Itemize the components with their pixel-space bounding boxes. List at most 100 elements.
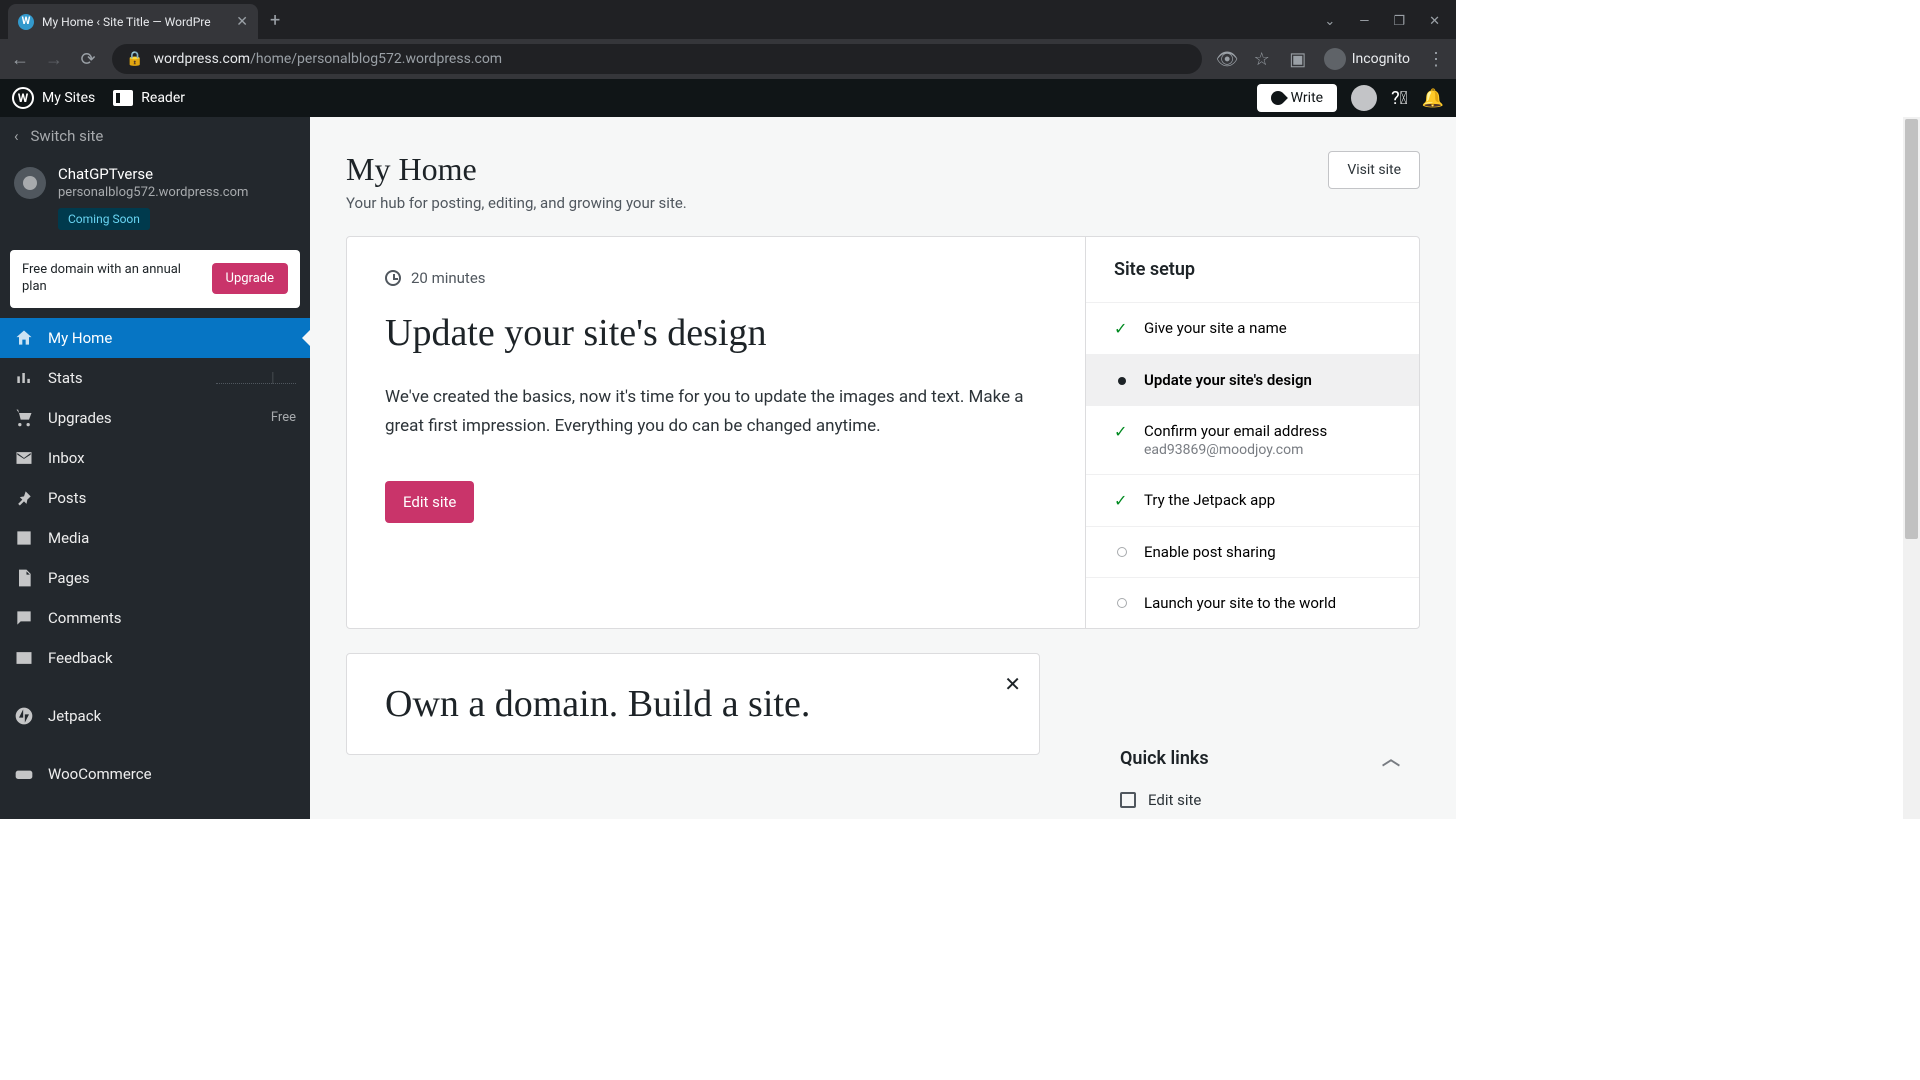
notifications-icon[interactable]: 🔔 [1422, 88, 1444, 109]
setup-step-name[interactable]: ✓ Give your site a name [1086, 302, 1419, 354]
nav-appearance[interactable]: Appearance [0, 812, 310, 819]
page-subtitle: Your hub for posting, editing, and growi… [346, 194, 1328, 212]
upgrade-text: Free domain with an annual plan [22, 262, 202, 296]
scrollbar-thumb[interactable] [1905, 119, 1918, 539]
write-button[interactable]: Write [1257, 84, 1337, 112]
minimize-icon[interactable]: ― [1359, 14, 1369, 29]
nav-feedback[interactable]: Feedback [0, 638, 310, 678]
comment-icon [14, 608, 34, 628]
woo-icon [14, 764, 34, 784]
quick-link-edit-site[interactable]: Edit site [1120, 791, 1400, 809]
setup-title: Site setup [1086, 237, 1419, 302]
media-icon [14, 528, 34, 548]
pin-icon [14, 488, 34, 508]
reader-icon [113, 90, 133, 106]
wordpress-favicon: W [18, 14, 34, 30]
clock-icon [385, 270, 401, 286]
home-icon [14, 328, 34, 348]
site-setup-panel: Site setup ✓ Give your site a name Updat… [1085, 237, 1419, 628]
nav-pages[interactable]: Pages [0, 558, 310, 598]
setup-step-launch[interactable]: Launch your site to the world [1086, 577, 1419, 628]
email-value: ead93869@moodjoy.com [1144, 442, 1327, 458]
nav-woocommerce[interactable]: WooCommerce [0, 754, 310, 794]
page-title: My Home [346, 151, 1328, 188]
lock-icon: 🔒 [126, 51, 143, 67]
site-icon [14, 167, 46, 199]
site-name: ChatGPTverse [58, 165, 296, 183]
task-panel: 20 minutes Update your site's design We'… [347, 237, 1085, 628]
nav-upgrades[interactable]: Upgrades Free [0, 398, 310, 438]
help-icon[interactable]: ?⃝ [1391, 88, 1408, 109]
browser-menu-icon[interactable]: ⋮ [1426, 49, 1446, 70]
nav-media[interactable]: Media [0, 518, 310, 558]
time-estimate: 20 minutes [385, 269, 1047, 287]
upgrade-card: Free domain with an annual plan Upgrade [10, 250, 300, 308]
domain-promo-card: ✕ Own a domain. Build a site. [346, 653, 1040, 755]
incognito-icon [1324, 48, 1346, 70]
chevron-left-icon: ‹ [14, 127, 19, 145]
nav-my-home[interactable]: My Home [0, 318, 310, 358]
site-url: personalblog572.wordpress.com [58, 185, 296, 200]
site-header[interactable]: ChatGPTverse personalblog572.wordpress.c… [0, 155, 310, 240]
reload-button[interactable]: ⟳ [78, 49, 98, 70]
back-button[interactable]: ← [10, 49, 30, 70]
jetpack-icon [14, 706, 34, 726]
tab-close-icon[interactable]: ✕ [236, 14, 248, 30]
close-window-icon[interactable]: ✕ [1429, 14, 1440, 29]
task-title: Update your site's design [385, 311, 1047, 355]
quick-links-panel: Quick links ︿ Edit site [1120, 745, 1400, 809]
check-icon: ✓ [1114, 422, 1130, 441]
setup-step-design[interactable]: Update your site's design [1086, 354, 1419, 405]
edit-site-button[interactable]: Edit site [385, 481, 474, 523]
mail-icon [14, 448, 34, 468]
url-input[interactable]: 🔒 wordpress.com/home/personalblog572.wor… [112, 44, 1202, 74]
tab-title: My Home ‹ Site Title — WordPre [42, 15, 228, 29]
stats-icon [14, 368, 34, 388]
eye-off-icon[interactable]: 👁 [1216, 49, 1236, 70]
close-icon[interactable]: ✕ [1004, 672, 1021, 696]
free-badge: Free [271, 410, 296, 425]
forward-button[interactable]: → [44, 49, 64, 70]
quick-links-title: Quick links [1120, 748, 1209, 769]
chevron-up-icon[interactable]: ︿ [1382, 745, 1400, 771]
my-sites-link[interactable]: W My Sites [12, 87, 95, 109]
visit-site-button[interactable]: Visit site [1328, 151, 1420, 189]
current-dot-icon [1118, 377, 1126, 385]
setup-step-jetpack[interactable]: ✓ Try the Jetpack app [1086, 474, 1419, 526]
wordpress-logo-icon: W [12, 87, 34, 109]
maximize-icon[interactable]: ❐ [1393, 14, 1405, 29]
incognito-indicator[interactable]: Incognito [1324, 48, 1410, 70]
panel-icon[interactable]: ▣ [1288, 49, 1308, 70]
nav-comments[interactable]: Comments [0, 598, 310, 638]
pending-circle-icon [1117, 598, 1127, 608]
pending-circle-icon [1117, 547, 1127, 557]
setup-step-sharing[interactable]: Enable post sharing [1086, 526, 1419, 577]
bookmark-icon[interactable]: ☆ [1252, 49, 1272, 70]
new-tab-button[interactable]: + [270, 10, 280, 31]
reader-link[interactable]: Reader [113, 90, 185, 106]
nav-stats[interactable]: Stats [0, 358, 310, 398]
domain-title: Own a domain. Build a site. [385, 682, 1001, 726]
browser-tab[interactable]: W My Home ‹ Site Title — WordPre ✕ [8, 4, 258, 39]
avatar[interactable] [1351, 85, 1377, 111]
check-icon: ✓ [1114, 319, 1130, 338]
sparkline [216, 372, 296, 384]
browser-tab-strip: W My Home ‹ Site Title — WordPre ✕ + ⌄ ―… [0, 0, 1456, 39]
address-bar: ← → ⟳ 🔒 wordpress.com/home/personalblog5… [0, 39, 1456, 79]
wp-admin-bar: W My Sites Reader Write ?⃝ 🔔 [0, 79, 1456, 117]
tab-search-icon[interactable]: ⌄ [1324, 14, 1335, 29]
nav-jetpack[interactable]: Jetpack [0, 696, 310, 736]
edit-square-icon [1120, 792, 1136, 808]
setup-step-email[interactable]: ✓ Confirm your email address ead93869@mo… [1086, 405, 1419, 474]
scrollbar[interactable] [1903, 117, 1920, 819]
nav-posts[interactable]: Posts [0, 478, 310, 518]
leaf-icon [1268, 88, 1288, 108]
feedback-icon [14, 648, 34, 668]
cart-icon [14, 408, 34, 428]
upgrade-button[interactable]: Upgrade [212, 263, 288, 294]
sidebar: ‹ Switch site ChatGPTverse personalblog5… [0, 117, 310, 819]
switch-site-link[interactable]: ‹ Switch site [0, 117, 310, 155]
setup-panels: 20 minutes Update your site's design We'… [346, 236, 1420, 629]
window-controls: ⌄ ― ❐ ✕ [1324, 14, 1456, 39]
nav-inbox[interactable]: Inbox [0, 438, 310, 478]
